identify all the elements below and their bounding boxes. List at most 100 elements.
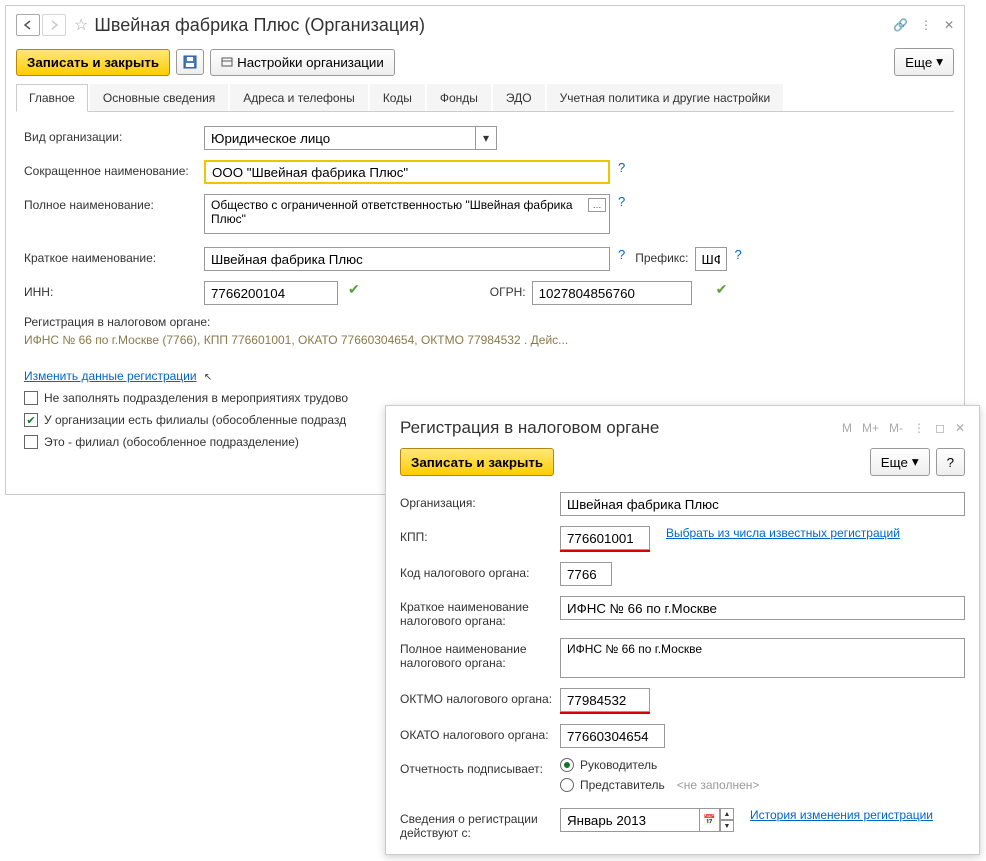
dialog-toolbar: Записать и закрыть Еще ▾ ?: [386, 444, 979, 486]
window-title: Швейная фабрика Плюс (Организация): [94, 15, 893, 36]
short-name-input[interactable]: [204, 160, 610, 184]
date-input-group: 📅 ▲ ▼: [560, 808, 734, 832]
dialog-titlebar: Регистрация в налоговом органе M M+ M- ⋮…: [386, 406, 979, 444]
org-type-select[interactable]: ▾: [204, 126, 497, 150]
dlg-valid-from-input[interactable]: [560, 808, 700, 832]
more-button[interactable]: Еще ▾: [894, 48, 954, 76]
dialog-title: Регистрация в налоговом органе: [400, 418, 842, 438]
main-toolbar: Записать и закрыть Настройки организации…: [6, 44, 964, 84]
chevron-down-icon: ▾: [936, 54, 943, 70]
save-close-button[interactable]: Записать и закрыть: [16, 49, 170, 76]
dlg-oktmo-label: ОКТМО налогового органа:: [400, 688, 560, 706]
cb-has-branches-label: У организации есть филиалы (обособленные…: [44, 413, 346, 427]
tab-edo[interactable]: ЭДО: [493, 84, 545, 111]
check-icon: ✔: [348, 281, 360, 298]
close-icon[interactable]: ✕: [944, 18, 954, 32]
org-settings-label: Настройки организации: [237, 55, 384, 70]
dlg-code-label: Код налогового органа:: [400, 562, 560, 580]
history-link[interactable]: История изменения регистрации: [750, 808, 933, 822]
dlg-full-tax-label: Полное наименование налогового органа:: [400, 638, 560, 670]
dialog-more-button[interactable]: Еще ▾: [870, 448, 930, 476]
dialog-body: Организация: КПП: Выбрать из числа извес…: [386, 486, 979, 856]
dlg-okato-label: ОКАТО налогового органа:: [400, 724, 560, 742]
cb-has-branches[interactable]: [24, 413, 38, 427]
dialog-help-button[interactable]: ?: [936, 448, 965, 476]
nav-forward-button[interactable]: [42, 14, 66, 36]
dlg-short-tax-input[interactable]: [560, 596, 965, 620]
help-icon[interactable]: ?: [618, 247, 625, 262]
menu-icon[interactable]: ⋮: [913, 421, 925, 435]
dlg-signs-label: Отчетность подписывает:: [400, 758, 560, 776]
spinner-up[interactable]: ▲: [720, 808, 734, 820]
rep-placeholder: <не заполнен>: [677, 778, 760, 792]
chevron-down-icon: ▾: [912, 454, 919, 470]
radio-manager[interactable]: [560, 758, 574, 772]
cursor-icon: ↖: [204, 372, 212, 383]
brief-name-label: Краткое наименование:: [24, 247, 204, 265]
m-plus-button[interactable]: M+: [862, 421, 879, 435]
full-name-textarea[interactable]: Общество с ограниченной ответственностью…: [204, 194, 610, 234]
tax-reg-info: ИФНС № 66 по г.Москве (7766), КПП 776601…: [24, 333, 946, 347]
cb-is-branch[interactable]: [24, 435, 38, 449]
inn-label: ИНН:: [24, 281, 204, 299]
dlg-kpp-label: КПП:: [400, 526, 560, 544]
menu-icon[interactable]: ⋮: [920, 18, 932, 32]
dialog-more-label: Еще: [881, 455, 908, 470]
dlg-oktmo-input[interactable]: [560, 688, 650, 712]
dlg-okato-input[interactable]: [560, 724, 665, 748]
dlg-org-input[interactable]: [560, 492, 965, 516]
org-type-label: Вид организации:: [24, 126, 204, 144]
titlebar: ☆ Швейная фабрика Плюс (Организация) 🔗 ⋮…: [6, 6, 964, 44]
dlg-short-tax-label: Краткое наименование налогового органа:: [400, 596, 560, 628]
org-type-input[interactable]: [204, 126, 475, 150]
dlg-full-tax-textarea[interactable]: ИФНС № 66 по г.Москве: [560, 638, 965, 678]
ogrn-input[interactable]: [532, 281, 692, 305]
tax-reg-label: Регистрация в налоговом органе:: [24, 315, 946, 329]
favorite-star-icon[interactable]: ☆: [74, 15, 88, 35]
ogrn-label: ОГРН:: [490, 281, 526, 299]
org-settings-button[interactable]: Настройки организации: [210, 49, 395, 76]
short-name-label: Сокращенное наименование:: [24, 160, 204, 178]
prefix-input[interactable]: [695, 247, 727, 271]
radio-representative-label: Представитель: [580, 778, 665, 792]
prefix-label: Префикс:: [635, 247, 688, 265]
calendar-icon[interactable]: 📅: [700, 808, 720, 832]
m-minus-button[interactable]: M-: [889, 421, 903, 435]
radio-representative[interactable]: [560, 778, 574, 792]
cb-is-branch-label: Это - филиал (обособленное подразделение…: [44, 435, 299, 449]
tab-basic-info[interactable]: Основные сведения: [90, 84, 228, 111]
m-button[interactable]: M: [842, 421, 852, 435]
tab-codes[interactable]: Коды: [370, 84, 425, 111]
tab-accounting-policy[interactable]: Учетная политика и другие настройки: [547, 84, 784, 111]
dialog-save-close-button[interactable]: Записать и закрыть: [400, 448, 554, 476]
chevron-down-icon[interactable]: ▾: [475, 126, 497, 150]
nav-back-button[interactable]: [16, 14, 40, 36]
tax-registration-dialog: Регистрация в налоговом органе M M+ M- ⋮…: [385, 405, 980, 855]
spinner-down[interactable]: ▼: [720, 820, 734, 832]
help-icon[interactable]: ?: [618, 194, 625, 209]
inn-input[interactable]: [204, 281, 338, 305]
save-button[interactable]: [176, 49, 204, 75]
help-icon[interactable]: ?: [618, 160, 625, 175]
tab-funds[interactable]: Фонды: [427, 84, 491, 111]
maximize-icon[interactable]: ◻: [935, 421, 945, 435]
cb-no-subdivisions-label: Не заполнять подразделения в мероприятия…: [44, 391, 348, 405]
dlg-kpp-input[interactable]: [560, 526, 650, 550]
help-icon[interactable]: ?: [735, 247, 742, 262]
close-icon[interactable]: ✕: [955, 421, 965, 435]
link-icon[interactable]: 🔗: [893, 18, 908, 32]
full-name-label: Полное наименование:: [24, 194, 204, 212]
brief-name-input[interactable]: [204, 247, 610, 271]
radio-manager-label: Руководитель: [580, 758, 657, 772]
tab-bar: Главное Основные сведения Адреса и телеф…: [16, 84, 954, 112]
change-reg-link[interactable]: Изменить данные регистрации: [24, 369, 197, 383]
tab-main[interactable]: Главное: [16, 84, 88, 112]
cb-no-subdivisions[interactable]: [24, 391, 38, 405]
dlg-valid-from-label: Сведения о регистрации действуют с:: [400, 808, 560, 840]
check-icon: ✔: [716, 281, 728, 298]
tab-addresses[interactable]: Адреса и телефоны: [230, 84, 368, 111]
dlg-org-label: Организация:: [400, 492, 560, 510]
select-known-reg-link[interactable]: Выбрать из числа известных регистраций: [666, 526, 900, 540]
dlg-code-input[interactable]: [560, 562, 612, 586]
expand-button[interactable]: …: [588, 198, 606, 212]
